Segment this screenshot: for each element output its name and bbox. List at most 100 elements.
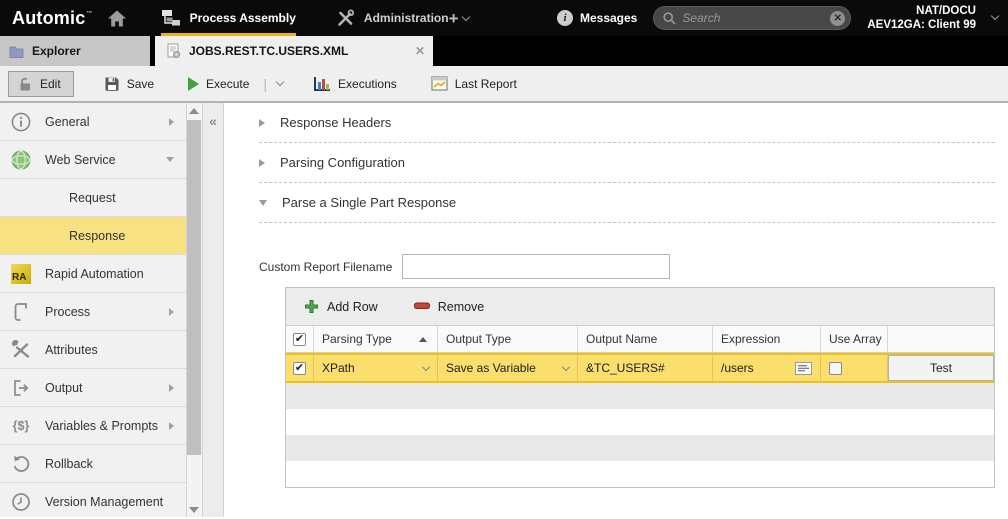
execute-label: Execute: [206, 76, 250, 91]
column-label: Output Type: [445, 332, 512, 346]
object-document-icon: [167, 43, 181, 59]
test-button[interactable]: Test: [887, 355, 994, 381]
remove-button[interactable]: Remove: [413, 300, 484, 314]
sidebar-item-response[interactable]: Response: [0, 217, 186, 255]
select-all-checkbox[interactable]: ✔: [292, 332, 306, 346]
logo-text: Automic: [12, 7, 86, 28]
column-header-parsing-type[interactable]: Parsing Type: [314, 326, 438, 352]
object-toolbar: Edit Save Execute | Executions Last Repo…: [0, 66, 1008, 103]
nav-process-assembly[interactable]: Process Assembly: [160, 0, 296, 36]
bar-chart-icon: [314, 76, 331, 91]
save-button[interactable]: Save: [100, 72, 158, 96]
sidebar-item-output[interactable]: Output: [0, 369, 186, 407]
section-parse-single-part-response[interactable]: Parse a Single Part Response: [258, 183, 995, 223]
output-type-cell[interactable]: Save as Variable: [438, 355, 578, 381]
use-array-checkbox[interactable]: [828, 361, 842, 375]
section-response-headers[interactable]: Response Headers: [258, 103, 995, 143]
column-header-expression[interactable]: Expression: [713, 326, 821, 352]
chevron-right-icon: [168, 383, 174, 392]
search-clear-icon[interactable]: ✕: [830, 10, 846, 26]
custom-report-filename-input[interactable]: [402, 254, 671, 279]
scroll-up-icon[interactable]: [187, 103, 202, 118]
last-report-button[interactable]: Last Report: [427, 72, 521, 95]
play-icon: [188, 76, 200, 91]
sidebar-item-web-service[interactable]: Web Service: [0, 141, 186, 179]
messages-button[interactable]: i Messages: [556, 10, 637, 26]
sidebar-item-attributes[interactable]: Attributes: [0, 331, 186, 369]
variables-icon: {$}: [12, 418, 30, 433]
info-icon: [9, 111, 33, 133]
dropdown-chevron-icon: [421, 362, 431, 371]
sidebar-scrollbar[interactable]: [185, 103, 203, 517]
tab-document[interactable]: JOBS.REST.TC.USERS.XML ✕: [155, 36, 433, 66]
sidebar-collapse-strip: «: [202, 103, 224, 517]
scrollbar-thumb[interactable]: [187, 120, 202, 455]
column-header-use-array[interactable]: Use Array: [821, 326, 888, 352]
expression-editor-icon[interactable]: [794, 361, 812, 375]
workflow-icon: [161, 10, 180, 26]
chevron-down-icon: [165, 157, 174, 162]
expression-cell[interactable]: /users: [713, 355, 821, 381]
object-sidebar: General Web Service Request Response RA …: [0, 103, 186, 517]
parsing-type-cell[interactable]: XPath: [314, 355, 438, 381]
nav-label: Administration: [363, 11, 449, 25]
execute-options-chevron-icon[interactable]: [275, 77, 285, 86]
search-input[interactable]: [682, 11, 831, 25]
automic-app-window: Automic ™ Process Assembly Administratio…: [0, 0, 1008, 519]
scroll-down-icon[interactable]: [187, 502, 202, 517]
sidebar-item-version-management[interactable]: Version Management: [0, 483, 186, 519]
process-icon: [9, 301, 33, 323]
output-name-value: &TC_USERS#: [585, 361, 665, 375]
sidebar-item-label: General: [45, 114, 90, 129]
sidebar-item-variables-prompts[interactable]: {$} Variables & Prompts: [0, 407, 186, 445]
rollback-icon: [9, 454, 33, 474]
add-row-button[interactable]: Add Row: [304, 299, 378, 314]
sidebar-item-label: Process: [45, 304, 91, 319]
column-label: Parsing Type: [321, 332, 392, 346]
select-all-checkbox-cell: ✔: [286, 326, 314, 352]
test-cell: Test: [887, 355, 994, 381]
sidebar-item-rapid-automation[interactable]: RA Rapid Automation: [0, 255, 186, 293]
edit-button[interactable]: Edit: [8, 70, 74, 97]
folder-icon: [9, 46, 24, 58]
execute-button[interactable]: Execute: [184, 73, 253, 95]
chevron-right-icon: [168, 421, 174, 430]
add-perspective-button[interactable]: +: [448, 0, 470, 36]
nav-administration[interactable]: Administration: [336, 0, 449, 36]
search-icon: [663, 11, 676, 25]
table-row-selected[interactable]: ✔ XPath Save as Variable &TC_USERS# /use…: [285, 353, 994, 383]
column-header-action: [888, 326, 994, 352]
executions-label: Executions: [338, 76, 397, 91]
tab-label: Explorer: [32, 44, 81, 58]
save-label: Save: [126, 76, 155, 91]
automic-logo: Automic ™: [12, 0, 93, 36]
custom-report-filename-label: Custom Report Filename: [258, 259, 393, 274]
client-chevron-down-icon: [990, 11, 1000, 21]
sidebar-item-process[interactable]: Process: [0, 293, 186, 331]
sidebar-item-label: Web Service: [45, 152, 116, 167]
executions-button[interactable]: Executions: [309, 72, 401, 96]
sidebar-item-request[interactable]: Request: [0, 179, 186, 217]
collapse-sidebar-icon[interactable]: «: [209, 113, 217, 129]
tab-close-icon[interactable]: ✕: [415, 44, 425, 58]
chevron-right-icon: [258, 158, 265, 167]
row-checkbox[interactable]: ✔: [292, 361, 306, 375]
home-button[interactable]: [107, 0, 127, 36]
sidebar-item-rollback[interactable]: Rollback: [0, 445, 186, 483]
dropdown-chevron-icon: [561, 362, 571, 371]
client-menu[interactable]: NAT/DOCU AEV12GA: Client 99: [867, 4, 976, 33]
output-type-value: Save as Variable: [445, 361, 536, 375]
sidebar-item-general[interactable]: General: [0, 103, 186, 141]
response-panel: Response Headers Parsing Configuration P…: [223, 103, 1008, 517]
tab-row: Explorer JOBS.REST.TC.USERS.XML ✕: [0, 36, 1008, 66]
output-name-cell[interactable]: &TC_USERS#: [578, 355, 713, 381]
column-header-output-type[interactable]: Output Type: [438, 326, 578, 352]
tab-explorer[interactable]: Explorer: [0, 36, 150, 66]
wrench-screwdriver-icon: [9, 339, 33, 360]
empty-row: [285, 461, 994, 487]
section-parsing-configuration[interactable]: Parsing Configuration: [258, 143, 995, 183]
last-report-label: Last Report: [454, 76, 517, 91]
column-header-output-name[interactable]: Output Name: [578, 326, 713, 352]
plus-icon: +: [448, 9, 459, 28]
chevron-down-icon: [258, 199, 267, 206]
